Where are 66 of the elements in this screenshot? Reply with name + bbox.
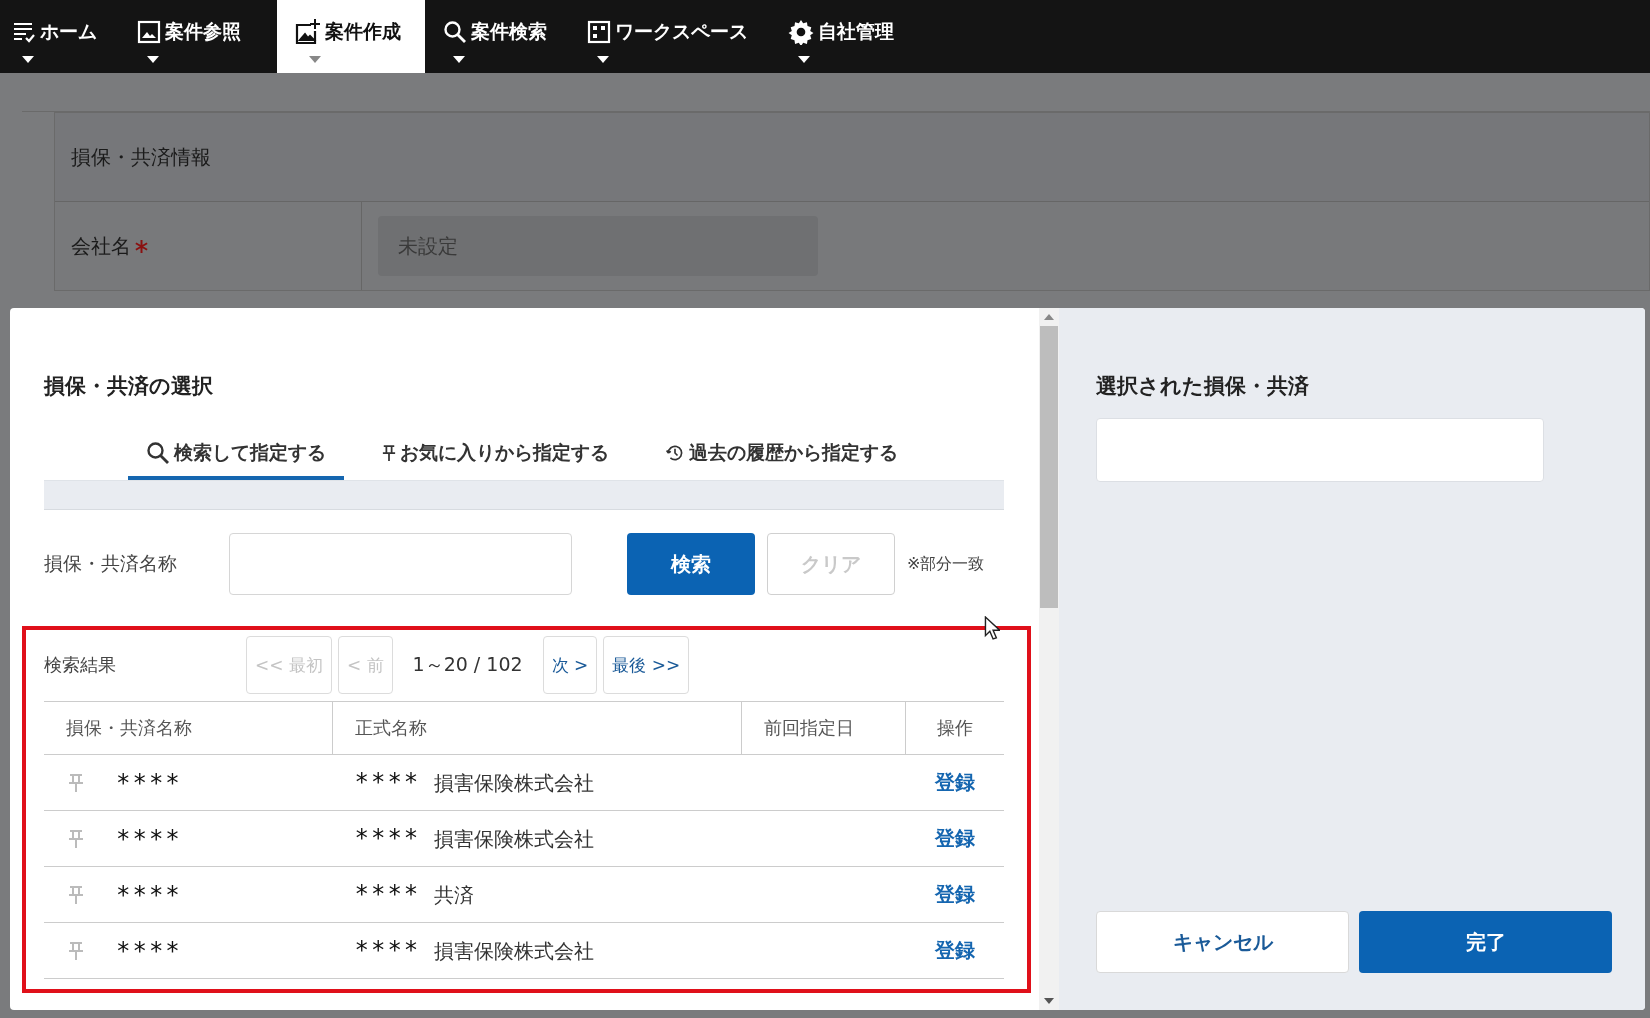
caret-icon — [798, 56, 810, 63]
cursor-icon — [984, 616, 1000, 640]
caret-icon — [147, 56, 159, 63]
column-header: 損保・共済名称 — [44, 701, 333, 755]
nav-tab[interactable]: 案件作成 — [277, 0, 425, 73]
masked-name: **** — [354, 768, 421, 796]
formal-name: 損害保険株式会社 — [434, 939, 595, 963]
column-header: 前回指定日 — [741, 701, 906, 755]
company-field[interactable]: 未設定 — [378, 216, 818, 276]
grid-icon — [587, 19, 611, 44]
cancel-button[interactable]: キャンセル — [1096, 911, 1349, 973]
image-plus-icon — [295, 18, 321, 45]
selected-field[interactable] — [1096, 418, 1544, 482]
masked-name: **** — [116, 936, 182, 965]
scroll-down-icon[interactable] — [1044, 998, 1054, 1004]
search-button[interactable]: 検索 — [627, 533, 755, 595]
scroll-up-icon[interactable] — [1044, 314, 1054, 320]
register-link[interactable]: 登録 — [934, 826, 975, 850]
tab[interactable]: 過去の履歴から指定する — [647, 434, 916, 480]
page-range: 1～20 / 102 — [411, 652, 524, 677]
masked-name: **** — [354, 880, 421, 908]
caret-icon — [453, 56, 465, 63]
image-icon — [137, 19, 161, 44]
nav-tab[interactable]: ワークスペース — [583, 0, 770, 73]
nav-tab[interactable]: 案件検索 — [439, 0, 569, 73]
register-link[interactable]: 登録 — [934, 882, 975, 906]
history-icon — [665, 443, 685, 463]
field-label: 会社名 — [71, 232, 131, 260]
match-note: ※部分一致 — [907, 553, 985, 575]
nav-tab[interactable]: ホーム — [8, 0, 119, 73]
gear-icon — [788, 18, 814, 45]
scrollbar[interactable] — [1039, 308, 1059, 1010]
formal-name: 損害保険株式会社 — [434, 771, 595, 795]
search-icon — [146, 441, 170, 465]
search-icon — [443, 19, 467, 44]
pin-icon — [382, 444, 396, 462]
masked-name: **** — [116, 768, 182, 797]
column-header: 正式名称 — [332, 701, 742, 755]
formal-name: 共済 — [434, 883, 475, 907]
masked-name: **** — [354, 936, 421, 964]
caret-icon — [597, 56, 609, 63]
panel-title: 選択された損保・共済 — [1096, 373, 1310, 400]
pin-icon[interactable] — [68, 772, 84, 793]
register-link[interactable]: 登録 — [934, 938, 975, 962]
pin-icon[interactable] — [68, 828, 84, 849]
masked-name: **** — [116, 824, 182, 853]
done-button[interactable]: 完了 — [1359, 911, 1612, 973]
nav-tab[interactable]: 自社管理 — [784, 0, 916, 73]
nav-tab[interactable]: 案件参照 — [133, 0, 263, 73]
pin-icon[interactable] — [68, 884, 84, 905]
pin-icon[interactable] — [68, 940, 84, 961]
column-header: 操作 — [905, 701, 1004, 755]
formal-name: 損害保険株式会社 — [434, 827, 595, 851]
pager-button[interactable]: 最後 >> — [603, 636, 690, 694]
dialog-title: 損保・共済の選択 — [44, 373, 214, 400]
field-label: 損保・共済名称 — [44, 551, 178, 576]
results-label: 検索結果 — [44, 653, 117, 677]
masked-name: **** — [116, 880, 182, 909]
section-title: 損保・共済情報 — [71, 143, 211, 171]
masked-name: **** — [354, 824, 421, 852]
tab[interactable]: お気に入りから指定する — [364, 434, 627, 480]
name-search-field[interactable] — [229, 533, 572, 595]
pager-button[interactable]: 次 > — [542, 636, 598, 694]
caret-icon — [22, 56, 34, 63]
caret-icon — [309, 56, 321, 63]
register-link[interactable]: 登録 — [934, 770, 975, 794]
